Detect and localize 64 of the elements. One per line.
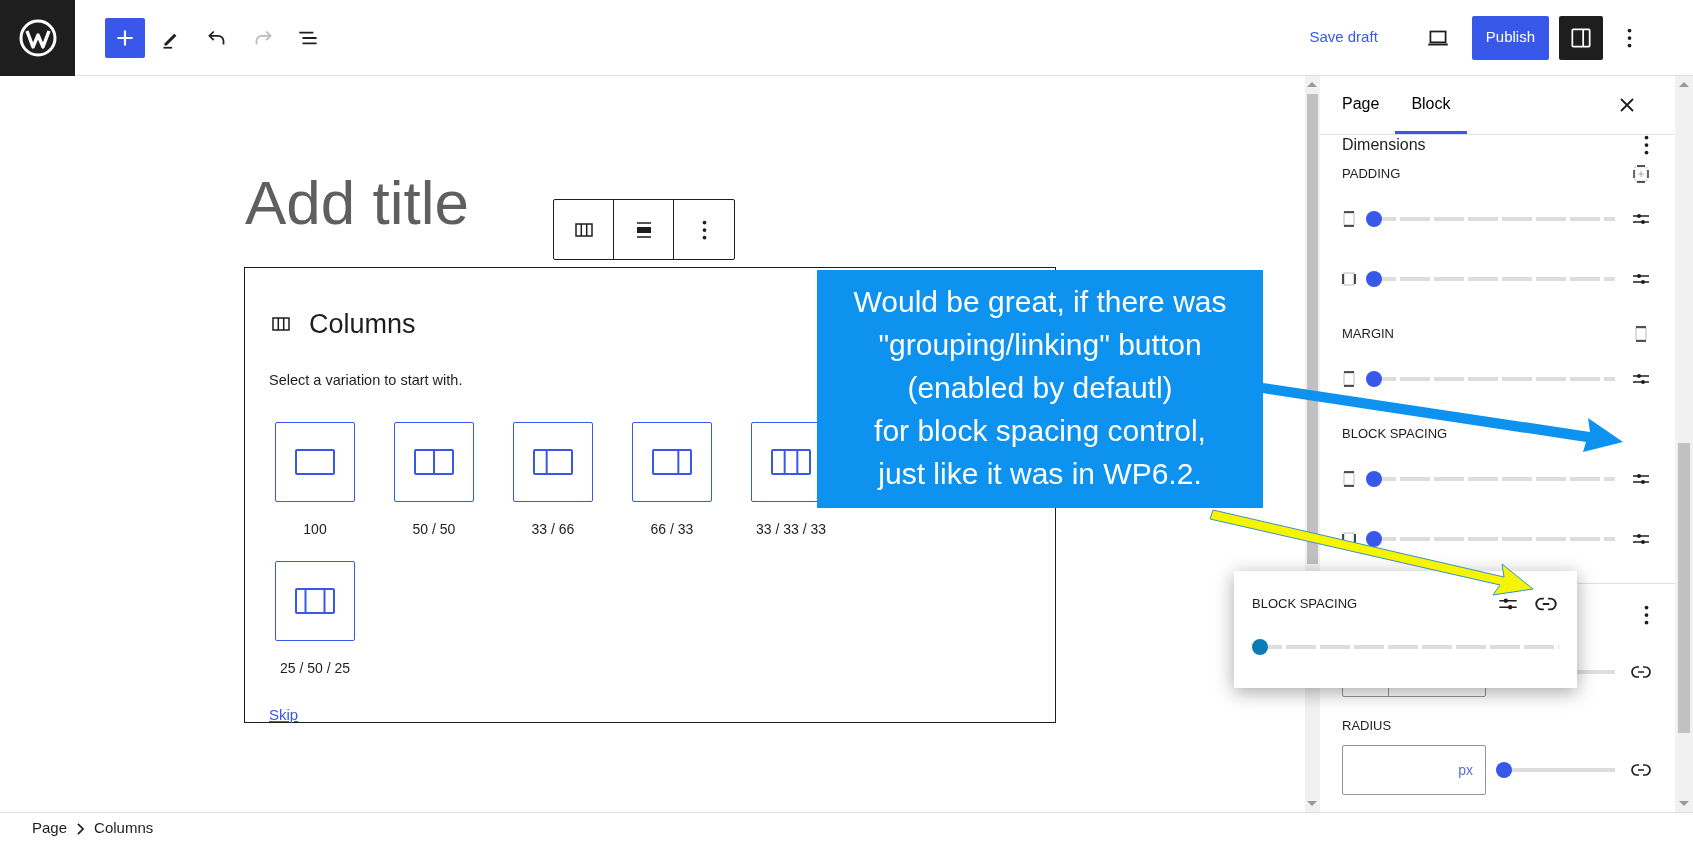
slider[interactable] [1496, 762, 1615, 778]
variation-button[interactable] [275, 422, 355, 503]
kebab-icon[interactable] [1644, 605, 1649, 625]
layout-icon [533, 449, 573, 476]
box-sides-icon[interactable] [1634, 326, 1648, 342]
publish-button[interactable]: Publish [1471, 15, 1549, 60]
kebab-icon [701, 219, 707, 240]
vertical-sides-icon [1342, 371, 1356, 387]
slider-thumb[interactable] [1366, 211, 1382, 227]
title-placeholder[interactable]: Add title [245, 168, 505, 238]
slider[interactable] [1366, 211, 1615, 227]
add-block-button[interactable] [105, 17, 145, 58]
scrollbar[interactable] [1675, 76, 1693, 812]
slider[interactable] [1366, 271, 1615, 287]
kebab-icon[interactable] [1644, 135, 1649, 155]
slider-thumb[interactable] [1252, 639, 1268, 655]
slider-thumb[interactable] [1366, 371, 1382, 387]
variation-label: 25 / 50 / 25 [278, 659, 352, 679]
settings-toggle-button[interactable] [1559, 15, 1603, 60]
variation-button[interactable] [394, 422, 474, 503]
logo-icon [0, 0, 75, 76]
input-field[interactable]: px [1342, 745, 1486, 795]
slider-thumb[interactable] [1366, 271, 1382, 287]
horizontal-sides-icon [1342, 271, 1356, 287]
slider-thumb[interactable] [1366, 471, 1382, 487]
chevron-icon [77, 822, 85, 835]
slider[interactable] [1366, 531, 1615, 547]
panel-title: Dimensions [1342, 135, 1426, 155]
section-label: BLOCK SPACING [1252, 595, 1358, 614]
slider-thumb[interactable] [1496, 762, 1512, 778]
variation-label: 66 / 33 [649, 520, 695, 540]
variation-label: 33 / 66 [530, 520, 576, 540]
breadcrumb-item[interactable]: Columns [94, 817, 154, 840]
variation-button[interactable] [513, 422, 593, 503]
slider[interactable] [1366, 371, 1615, 387]
vertical-sides-icon [1342, 211, 1356, 227]
section-label: MARGIN [1342, 325, 1394, 344]
vertical-sides-icon [1342, 471, 1356, 487]
variation-button[interactable] [632, 422, 712, 503]
section-label: PADDING [1342, 165, 1401, 184]
placeholder-title: Columns [309, 308, 416, 341]
layout-icon [295, 449, 335, 476]
instructions-text: Select a variation to start with. [269, 370, 463, 390]
layout-icon [295, 588, 335, 615]
breadcrumb-item[interactable]: Page [32, 817, 68, 840]
variation-label: 100 [302, 520, 328, 540]
section-label: BLOCK SPACING [1342, 425, 1448, 444]
callout-text: Would be great, if there was "grouping/linking" button (enabled by defautl) for block spacing control, just like it was in WP6.2. [852, 284, 1228, 492]
layout-icon [652, 449, 692, 476]
kebab-icon [1626, 27, 1632, 48]
unit-label: px [1458, 760, 1473, 780]
slider-thumb[interactable] [1366, 531, 1382, 547]
variation-label: 50 / 50 [411, 520, 457, 540]
sidebar-tab[interactable]: Block [1395, 76, 1467, 134]
sidebar-tab[interactable]: Page [1326, 76, 1396, 134]
layout-icon [414, 449, 454, 476]
slider[interactable] [1252, 639, 1559, 655]
variation-button[interactable] [275, 561, 355, 642]
variation-label: 33 / 33 / 33 [754, 520, 828, 540]
slider[interactable] [1366, 471, 1615, 487]
section-label: RADIUS [1342, 717, 1392, 736]
layout-icon [771, 449, 811, 476]
skip-link[interactable]: Skip [269, 704, 299, 727]
save-draft-link[interactable]: Save draft [1303, 25, 1384, 50]
